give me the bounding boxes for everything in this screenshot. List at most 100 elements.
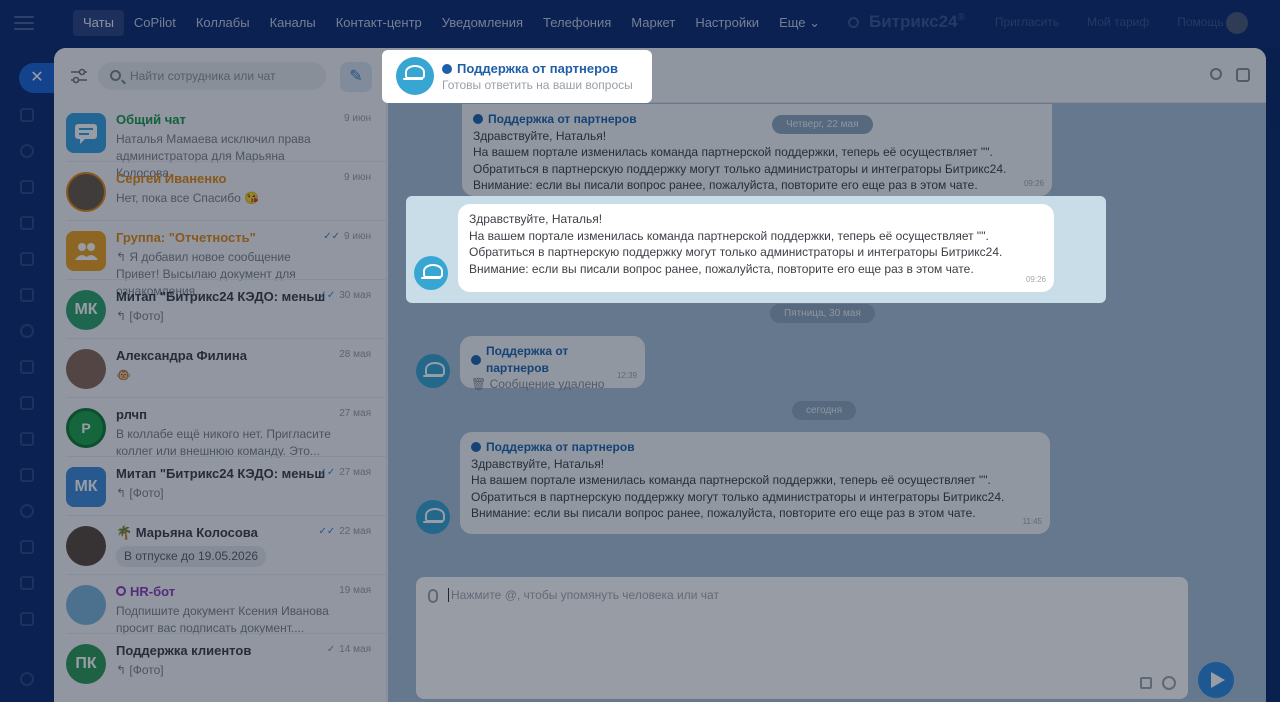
help-link[interactable]: Помощь: [1177, 15, 1223, 29]
support-avatar[interactable]: [416, 354, 450, 388]
message-time: 09:26: [1023, 178, 1044, 188]
chat-list-item[interactable]: МК Митап "Битрикс24 КЭДО: меньш... ✓✓ 27 …: [54, 458, 387, 516]
rail-icon-14[interactable]: [20, 576, 34, 590]
rail-icon-13[interactable]: [20, 540, 34, 554]
chat-list-item[interactable]: Р рлчп 27 мая В коллабе ещё никого нет. …: [54, 399, 387, 458]
chat-date-wrap: ✓✓ 27 мая: [318, 467, 371, 478]
nav-contact-center[interactable]: Контакт-центр: [326, 10, 432, 36]
chat-list-sidebar: Найти сотрудника или чат ✎ Общий чат 9 и…: [54, 48, 387, 702]
send-button[interactable]: [1198, 662, 1234, 698]
chat-list-item[interactable]: Группа: "Отчетность" ✓✓ 9 июн ↰ Я добавил…: [54, 222, 387, 298]
attach-icon[interactable]: [428, 589, 438, 603]
message-sender: Поддержка от партнеров: [473, 111, 1041, 128]
chat-date: 30 мая: [339, 290, 371, 301]
filter-icon[interactable]: [70, 68, 88, 84]
menu-icon[interactable]: [14, 16, 34, 34]
chat-date: 9 июн: [344, 231, 371, 242]
emoji-icon[interactable]: [1162, 676, 1176, 690]
nav-channels[interactable]: Каналы: [260, 10, 326, 36]
brand-logo[interactable]: Битрикс24®: [869, 12, 965, 32]
bot-icon: [116, 586, 126, 596]
message-bubble[interactable]: Поддержка от партнеров Здравствуйте, Нат…: [462, 104, 1052, 196]
nav-telephony[interactable]: Телефония: [533, 10, 621, 36]
divider: [66, 574, 387, 575]
avatar: МК: [66, 467, 106, 507]
message-bubble[interactable]: Поддержка от партнеров 🗑 Сообщение удале…: [460, 336, 645, 391]
message-line: На вашем портале изменилась команда парт…: [473, 145, 993, 159]
deleted-message: 🗑 Сообщение удалено: [471, 376, 634, 393]
rail-icon-12[interactable]: [20, 504, 34, 518]
nav-more[interactable]: Еще ⌄: [769, 10, 830, 36]
search-input[interactable]: Найти сотрудника или чат: [98, 62, 326, 90]
message-text: Сообщение удалено: [489, 377, 605, 391]
message-bubble[interactable]: Поддержка от партнеров Здравствуйте, Нат…: [460, 432, 1050, 534]
settings-icon[interactable]: [20, 672, 34, 686]
chat-list-item[interactable]: МК Митап "Битрикс24 КЭДО: меньш... ✓✓ 30 …: [54, 281, 387, 339]
rail-icon-11[interactable]: [20, 468, 34, 482]
nav-settings[interactable]: Настройки: [685, 10, 769, 36]
message-line: Внимание: если вы писали вопрос ранее, п…: [471, 506, 976, 520]
search-icon: [110, 70, 121, 81]
search-placeholder: Найти сотрудника или чат: [130, 69, 276, 83]
chat-list-item[interactable]: Сергей Иваненко 9 июн Нет, пока все Спас…: [54, 163, 387, 221]
rail-icon-7[interactable]: [20, 324, 34, 338]
avatar: [66, 526, 106, 566]
rail-icon-10[interactable]: [20, 432, 34, 446]
divider: [66, 279, 387, 280]
rail-icon-9[interactable]: [20, 396, 34, 410]
divider: [66, 161, 387, 162]
global-search-icon[interactable]: [848, 16, 859, 28]
apps-icon[interactable]: [1140, 677, 1152, 689]
chat-date-wrap: ✓✓ 22 мая: [318, 526, 371, 537]
rail-icon-8[interactable]: [20, 360, 34, 374]
search-icon[interactable]: [1210, 68, 1222, 80]
support-avatar[interactable]: [414, 256, 448, 290]
chat-date: 19 мая: [339, 585, 371, 596]
rail-icon-6[interactable]: [20, 288, 34, 302]
rail-icon-15[interactable]: [20, 612, 34, 626]
message-sender: Поддержка от партнеров: [471, 343, 634, 376]
chat-date: 14 мая: [339, 644, 371, 655]
nav-chats[interactable]: Чаты: [73, 10, 124, 36]
chat-date: 27 мая: [339, 408, 371, 419]
partner-icon: [471, 354, 481, 365]
my-plan-link[interactable]: Мой тариф: [1087, 15, 1149, 29]
rail-icon-5[interactable]: [20, 252, 34, 266]
invite-link[interactable]: Пригласить: [995, 15, 1059, 29]
chat-list-item[interactable]: Общий чат 9 июн Наталья Мамаева исключил…: [54, 104, 387, 180]
rail-icon-4[interactable]: [20, 216, 34, 230]
panel-toggle-icon[interactable]: [1236, 68, 1250, 82]
chat-title-text: Поддержка от партнеров: [457, 61, 618, 76]
chat-preview: В коллабе ещё никого нет. Пригласите кол…: [116, 427, 331, 458]
user-avatar[interactable]: [1226, 12, 1248, 34]
chat-list-item[interactable]: Александра Филина 28 мая 🐵: [54, 340, 387, 398]
partner-icon: [471, 442, 481, 453]
sidebar-header: Найти сотрудника или чат ✎: [54, 48, 386, 104]
chat-date: 9 июн: [344, 172, 371, 183]
rail-icon-3[interactable]: [20, 180, 34, 194]
top-right: Битрикс24® Пригласить Мой тариф Помощь: [848, 12, 1252, 32]
message-line: Обратиться в партнерскую поддержку могут…: [471, 489, 1005, 504]
chat-list-item[interactable]: HR-бот 19 мая Подпишите документ Ксения …: [54, 576, 387, 635]
nav-copilot[interactable]: CoPilot: [124, 10, 186, 36]
input-placeholder: Нажмите @, чтобы упомянуть человека или …: [448, 588, 719, 602]
read-check-icon: ✓: [326, 644, 336, 655]
rail-icon-2[interactable]: [20, 144, 34, 158]
chat-list-item[interactable]: 🌴 Марьяна Колосова ✓✓ 22 мая В отпуске до…: [54, 517, 387, 575]
date-separator: Четверг, 22 мая: [772, 115, 873, 134]
read-check-icon: ✓✓: [323, 231, 341, 242]
message-line: Внимание: если вы писали вопрос ранее, п…: [473, 178, 978, 192]
nav-notifications[interactable]: Уведомления: [432, 10, 533, 36]
message-input[interactable]: Нажмите @, чтобы упомянуть человека или …: [416, 577, 1188, 699]
nav-collabs[interactable]: Коллабы: [186, 10, 260, 36]
chat-list-item[interactable]: ПК Поддержка клиентов ✓ 14 мая ↰ [Фото]: [54, 635, 387, 693]
message-line: Здравствуйте, Наталья!: [471, 456, 605, 471]
chat-title-block[interactable]: Поддержка от партнеров Готовы ответить н…: [382, 50, 652, 103]
rail-icon-1[interactable]: [20, 108, 34, 122]
nav-market[interactable]: Маркет: [621, 10, 685, 36]
chat-preview: В отпуске до 19.05.2026: [116, 544, 336, 567]
close-icon[interactable]: ✕: [19, 63, 55, 93]
message-bubble[interactable]: Здравствуйте, Наталья! На вашем портале …: [458, 204, 1054, 292]
support-avatar[interactable]: [416, 500, 450, 534]
new-chat-button[interactable]: ✎: [340, 62, 372, 92]
